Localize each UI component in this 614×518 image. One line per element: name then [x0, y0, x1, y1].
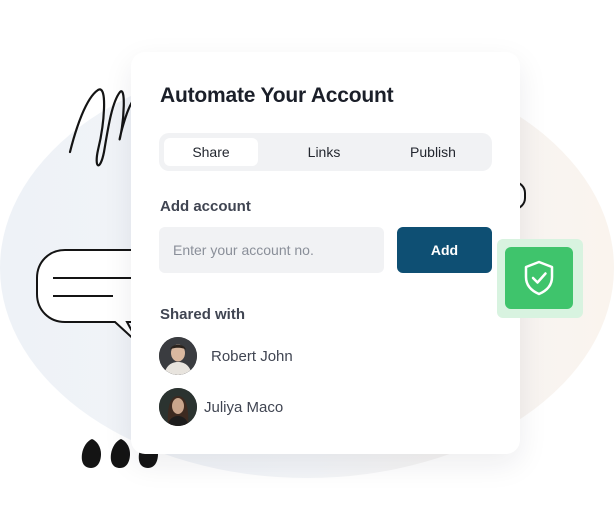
user-name: Juliya Maco: [204, 398, 284, 416]
shared-user-row[interactable]: Robert John: [159, 336, 293, 376]
add-account-label: Add account: [160, 198, 251, 215]
tab-bar: Share Links Publish: [159, 133, 492, 171]
tab-links[interactable]: Links: [277, 138, 371, 166]
user-name: Robert John: [211, 347, 293, 365]
tab-publish[interactable]: Publish: [384, 138, 482, 166]
shared-with-label: Shared with: [160, 306, 246, 323]
security-badge-inner: [505, 247, 573, 309]
avatar: [159, 388, 197, 426]
scribble-decoration: [68, 88, 134, 167]
tab-share[interactable]: Share: [164, 138, 258, 166]
account-number-input[interactable]: [159, 227, 384, 273]
automate-account-card: Automate Your Account Share Links Publis…: [131, 52, 520, 454]
avatar: [159, 337, 197, 375]
card-title: Automate Your Account: [160, 84, 394, 107]
add-button[interactable]: Add: [397, 227, 492, 273]
security-badge: [497, 239, 583, 318]
shield-check-icon: [524, 260, 554, 296]
shared-user-row[interactable]: Juliya Maco: [159, 387, 283, 427]
